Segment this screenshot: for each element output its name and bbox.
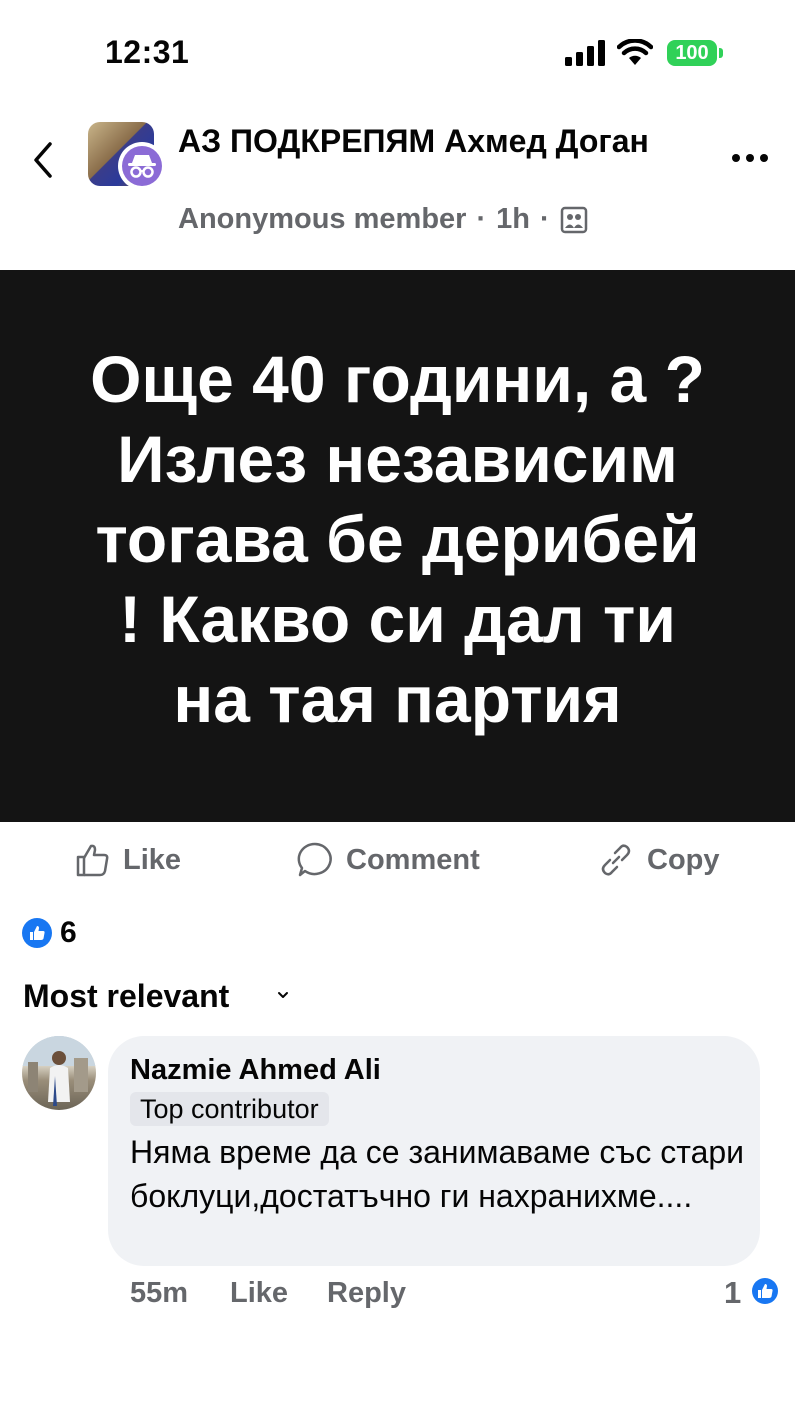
battery-tip [719, 48, 723, 58]
group-audience-icon [560, 206, 587, 233]
comment-reaction-count[interactable]: 1 [724, 1275, 741, 1311]
status-time: 12:31 [105, 34, 190, 70]
like-label: Like [123, 843, 182, 876]
top-contributor-badge[interactable]: Top contributor [130, 1092, 329, 1126]
post-time[interactable]: 1h [496, 203, 530, 236]
comment-reply-button[interactable]: Reply [327, 1277, 406, 1310]
comment-like-button[interactable]: Like [230, 1277, 288, 1310]
separator: · [476, 203, 487, 235]
copy-button[interactable]: Copy [597, 838, 720, 882]
thumbs-up-icon [76, 844, 109, 877]
incognito-icon [128, 155, 156, 178]
battery-icon: 100 [667, 40, 717, 66]
commenter-avatar[interactable] [22, 1036, 96, 1110]
reaction-count[interactable]: 6 [60, 916, 77, 950]
like-reaction-icon[interactable] [22, 918, 52, 948]
back-button[interactable] [26, 138, 62, 182]
signal-icon [565, 40, 605, 66]
post-text: Още 40 години, а ? Излез независим тогав… [90, 342, 705, 736]
more-options-button[interactable] [730, 150, 770, 166]
anonymous-badge [118, 142, 166, 190]
separator: · [539, 203, 550, 235]
copy-label: Copy [647, 843, 720, 876]
comment-sort-dropdown[interactable]: Most relevant [23, 978, 229, 1015]
author-label[interactable]: Anonymous member [178, 203, 466, 236]
link-icon [601, 844, 631, 876]
commenter-name[interactable]: Nazmie Ahmed Ali [130, 1054, 381, 1087]
chevron-down-icon[interactable] [276, 990, 290, 1000]
wifi-icon [617, 39, 653, 65]
comment-text: Няма време да се занимаваме със стари бо… [130, 1134, 745, 1214]
comment-icon [297, 842, 332, 877]
comment-time[interactable]: 55m [130, 1277, 188, 1310]
post-meta: Anonymous member · 1h · [178, 203, 588, 236]
post-text-card: Още 40 години, а ? Излез независим тогав… [0, 270, 795, 822]
comment-button[interactable]: Comment [296, 838, 480, 882]
like-button[interactable]: Like [75, 838, 181, 882]
group-name[interactable]: АЗ ПОДКРЕПЯМ Ахмед Доган [178, 120, 678, 162]
person-photo [22, 1036, 96, 1106]
comment-label: Comment [346, 843, 480, 876]
like-reaction-icon[interactable] [750, 1276, 780, 1306]
